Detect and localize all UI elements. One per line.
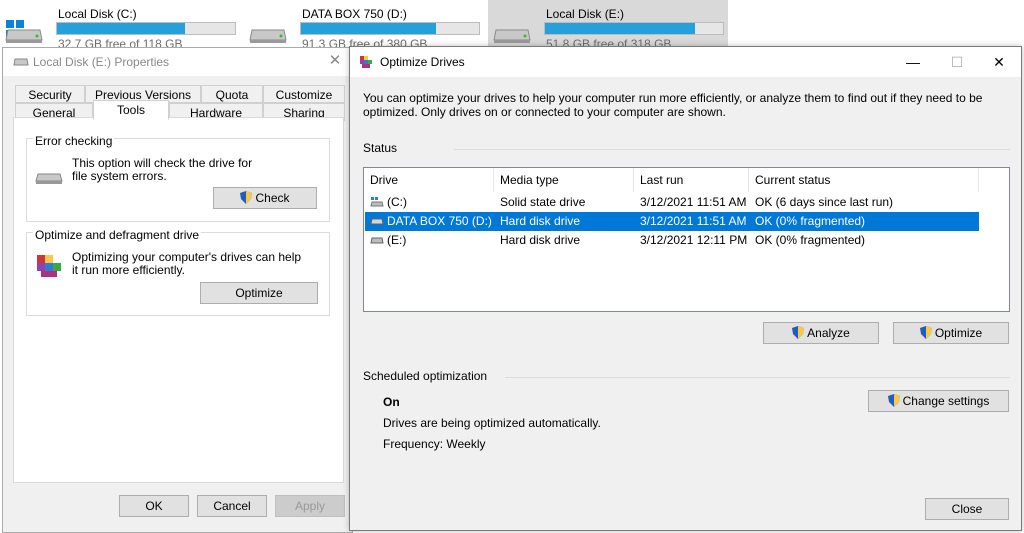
row-drive: DATA BOX 750 (D:) [387,214,492,228]
check-button-label: Check [255,191,290,205]
drive-tile-d[interactable]: DATA BOX 750 (D:) 91.3 GB free of 380 GB [244,0,484,51]
status-label: Status [363,141,398,155]
drive-usage-bar [56,22,236,35]
column-last-run[interactable]: Last run [634,168,749,192]
column-drive[interactable]: Drive [364,168,494,192]
column-current-status[interactable]: Current status [749,168,979,192]
schedule-description: Drives are being optimized automatically… [383,416,601,430]
check-button[interactable]: Check [213,187,317,209]
row-media-type: Hard disk drive [500,214,581,228]
optimize-description: You can optimize your drives to help you… [363,91,983,119]
drive-usage-fill [301,23,437,34]
shield-icon [919,326,932,339]
drive-row-d[interactable]: DATA BOX 750 (D:) Hard disk drive 3/12/2… [365,212,979,231]
drive-row-e[interactable]: (E:) Hard disk drive 3/12/2021 12:11 PM … [365,231,979,250]
tools-tab-panel: Error checking This option will check th… [13,117,344,483]
row-status: OK (0% fragmented) [755,214,866,228]
drive-name: DATA BOX 750 (D:) [302,7,407,21]
desktop: Local Disk (C:) 32.7 GB free of 118 GB D… [0,0,1024,533]
row-last-run: 3/12/2021 11:51 AM [640,214,747,228]
row-drive: (E:) [387,233,407,247]
shield-icon [240,191,253,204]
optimize-button[interactable]: Optimize [893,322,1009,344]
maximize-icon[interactable]: ☐ [935,47,979,77]
change-settings-button[interactable]: Change settings [868,390,1009,412]
row-drive: (C:) [387,195,407,209]
tab-customize[interactable]: Customize [263,85,345,103]
hdd-drive-icon [370,218,384,225]
defragment-icon [360,56,372,68]
row-last-run: 3/12/2021 12:11 PM [640,233,748,247]
properties-title: Local Disk (E:) Properties [33,55,170,69]
error-checking-description: This option will check the drive for fil… [72,156,253,183]
hdd-drive-icon [35,173,63,184]
hdd-drive-icon [249,29,287,43]
drive-row-c[interactable]: (C:) Solid state drive 3/12/2021 11:51 A… [365,193,979,212]
drive-tile-c[interactable]: Local Disk (C:) 32.7 GB free of 118 GB [0,0,240,51]
drive-usage-bar [300,22,480,35]
drive-name: Local Disk (C:) [58,7,137,21]
optimize-drives-titlebar[interactable]: Optimize Drives — ☐ ✕ [350,47,1021,77]
scheduled-divider [505,377,1010,378]
shield-icon [792,326,805,339]
properties-titlebar[interactable]: Local Disk (E:) Properties ✕ [3,48,352,76]
optimize-drives-title: Optimize Drives [380,55,465,69]
row-last-run: 3/12/2021 11:51 AM [640,195,747,209]
error-checking-group: Error checking This option will check th… [26,134,330,222]
change-settings-label: Change settings [902,394,990,408]
hdd-drive-icon [493,29,531,43]
drive-name: Local Disk (E:) [546,7,625,21]
hdd-drive-icon [5,29,43,43]
schedule-frequency: Frequency: Weekly [383,437,486,451]
shield-icon [887,394,900,407]
tab-quota[interactable]: Quota [201,85,263,103]
hdd-drive-icon [370,237,384,244]
optimize-button[interactable]: Optimize [200,282,318,304]
analyze-button[interactable]: Analyze [763,322,879,344]
close-icon[interactable]: ✕ [977,47,1021,77]
properties-dialog: Local Disk (E:) Properties ✕ Security Pr… [2,47,353,533]
row-media-type: Solid state drive [500,195,586,209]
tab-tools[interactable]: Tools [93,100,169,120]
column-media-type[interactable]: Media type [494,168,634,192]
scheduled-optimization-label: Scheduled optimization [363,369,488,383]
schedule-state: On [383,395,400,409]
row-media-type: Hard disk drive [500,233,581,247]
drive-usage-fill [545,23,695,34]
row-status: OK (6 days since last run) [755,195,894,209]
row-status: OK (0% fragmented) [755,233,866,247]
drive-tile-e[interactable]: Local Disk (E:) 51.8 GB free of 318 GB [488,0,728,51]
ok-button[interactable]: OK [119,495,189,517]
minimize-icon[interactable]: — [891,47,935,77]
close-icon[interactable]: ✕ [324,51,346,71]
optimize-button-label: Optimize [934,326,983,340]
hdd-drive-icon [13,58,29,66]
optimize-drives-window: Optimize Drives — ☐ ✕ You can optimize y… [349,46,1022,531]
drive-list[interactable]: Drive Media type Last run Current status… [363,167,1010,312]
apply-button[interactable]: Apply [275,495,345,517]
ssd-drive-icon [370,197,384,207]
defragment-icon [37,255,61,277]
analyze-button-label: Analyze [807,326,850,340]
drive-usage-bar [544,22,724,35]
tab-security[interactable]: Security [15,85,85,103]
error-checking-title: Error checking [33,134,115,148]
drive-usage-fill [57,23,186,34]
close-button[interactable]: Close [925,498,1009,520]
optimize-defragment-description: Optimizing your computer's drives can he… [72,250,302,277]
cancel-button[interactable]: Cancel [197,495,267,517]
optimize-defragment-title: Optimize and defragment drive [33,228,202,242]
optimize-defragment-group: Optimize and defragment drive Optimizing… [26,228,330,316]
status-divider [454,149,1010,150]
